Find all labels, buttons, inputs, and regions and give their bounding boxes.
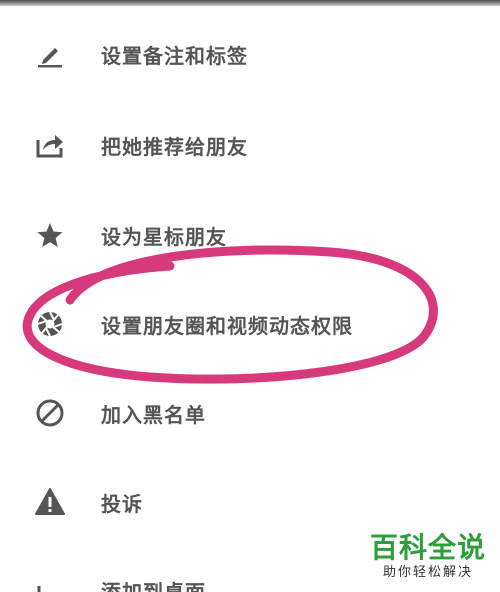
menu-item-label: 加入黑名单 xyxy=(101,403,206,427)
menu-item-label: 把她推荐给朋友 xyxy=(101,135,248,159)
menu-item-label: 设为星标朋友 xyxy=(101,225,227,249)
menu-item-label: 投诉 xyxy=(101,492,143,516)
top-shadow xyxy=(0,0,500,6)
watermark-logo: 百科全说 助你轻松解决 xyxy=(370,532,486,582)
warning-icon xyxy=(34,486,66,518)
menu-item-add-to-blacklist[interactable]: 加入黑名单 xyxy=(0,383,500,443)
aperture-icon xyxy=(34,308,66,340)
star-icon xyxy=(34,219,66,251)
contact-options-screen: 设置备注和标签 把她推荐给朋友 设为星标朋友 设置朋友圈和视频动态权限 加入黑名… xyxy=(0,0,500,592)
menu-item-set-remark-tags[interactable]: 设置备注和标签 xyxy=(0,24,500,84)
menu-item-label: 设置朋友圈和视频动态权限 xyxy=(101,314,353,338)
menu-item-label: 设置备注和标签 xyxy=(101,44,248,68)
menu-item-star-friend[interactable]: 设为星标朋友 xyxy=(0,205,500,265)
watermark-subtitle: 助你轻松解决 xyxy=(382,565,473,580)
add-to-desktop-icon xyxy=(34,574,66,592)
share-icon xyxy=(34,129,66,161)
menu-item-moments-permissions[interactable]: 设置朋友圈和视频动态权限 xyxy=(0,294,500,354)
menu-item-recommend-to-friend[interactable]: 把她推荐给朋友 xyxy=(0,115,500,175)
block-icon xyxy=(34,397,66,429)
menu-item-report[interactable]: 投诉 xyxy=(0,472,500,532)
watermark-title: 百科全说 xyxy=(369,531,486,564)
pencil-icon xyxy=(34,38,66,70)
menu-item-label: 添加到桌面 xyxy=(101,580,206,592)
